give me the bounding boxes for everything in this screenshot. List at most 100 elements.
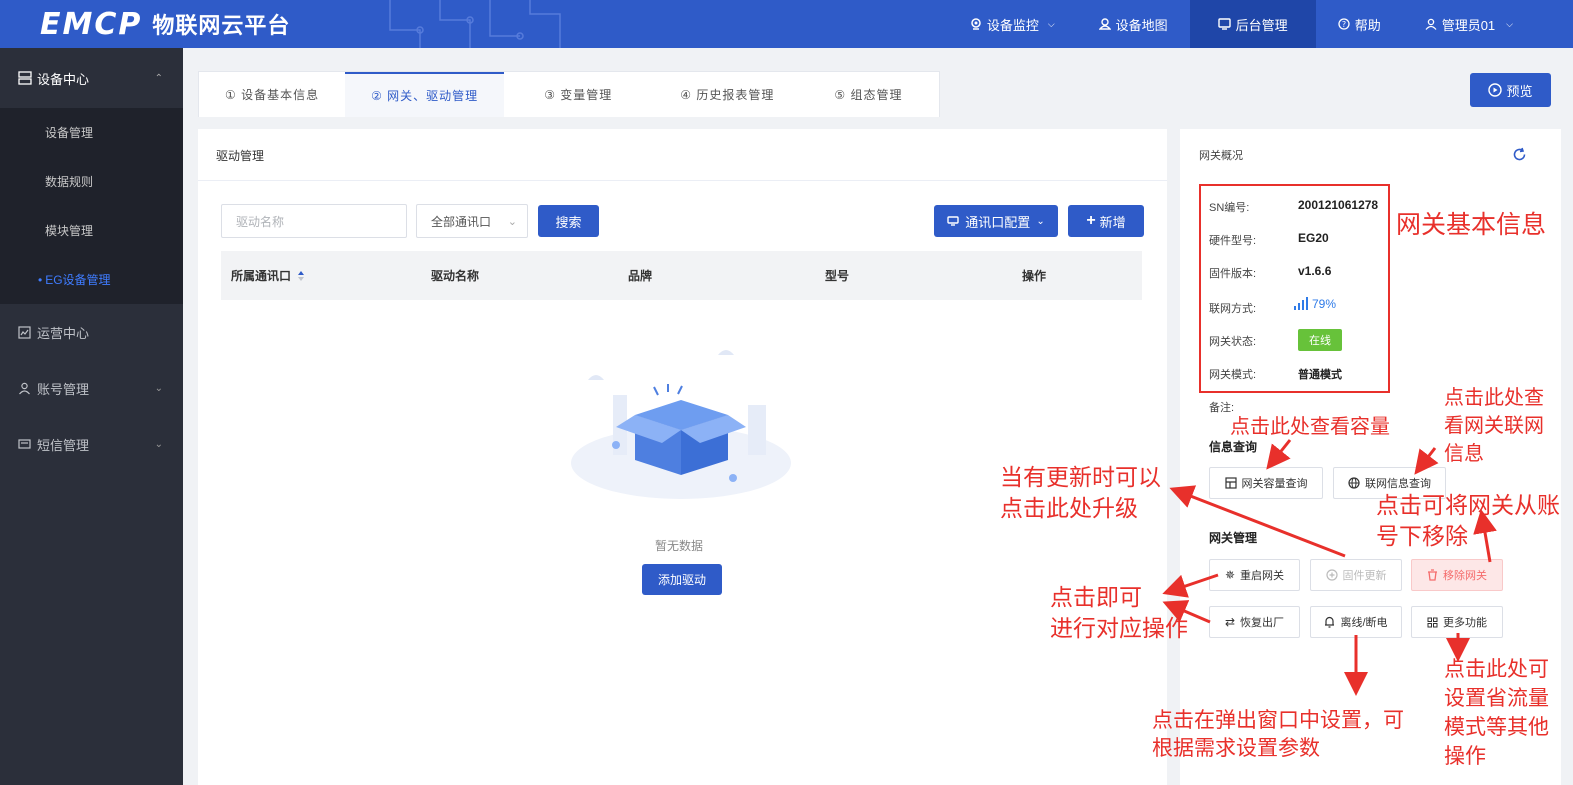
annotation-netinfo: 点击此处查 看网关联网 信息: [1444, 387, 1544, 465]
more-functions-button[interactable]: 更多功能: [1411, 606, 1503, 638]
apps-icon: [1427, 617, 1438, 627]
nav-device-map[interactable]: 设备地图: [1077, 0, 1190, 48]
refresh-icon[interactable]: [1512, 147, 1527, 162]
chevron-down-icon: ⌵: [1047, 18, 1055, 29]
sidebar-item-eg-device[interactable]: • EG设备管理: [0, 255, 183, 304]
user-icon: [19, 382, 30, 394]
status-label: 网关状态:: [1209, 336, 1257, 348]
user-pin-icon: [1098, 18, 1111, 30]
driver-panel-title: 驱动管理: [216, 149, 265, 163]
annotation-popup: 点击在弹出窗口中设置，可 根据需求设置参数: [1152, 709, 1404, 760]
tab-basic-info[interactable]: ① 设备基本信息: [199, 72, 345, 117]
sidebar-group-operation[interactable]: 运营中心: [0, 304, 183, 360]
help-icon: ?: [1338, 18, 1350, 30]
signal-percent: 79%: [1312, 297, 1337, 311]
annotation-operate: 点击即可 进行对应操作: [1050, 584, 1188, 641]
sidebar-group-device-center[interactable]: 设备中心 ⌃: [0, 48, 183, 108]
nav-label: 帮助: [1354, 17, 1381, 33]
column-port[interactable]: 所属通讯口: [231, 251, 305, 300]
chevron-up-icon: ⌃: [154, 72, 163, 84]
circuit-decoration: [389, 0, 561, 48]
network-value: 79%: [1293, 297, 1336, 311]
remove-gateway-button[interactable]: 移除网关: [1411, 559, 1503, 591]
sidebar-group-label: 短信管理: [37, 437, 90, 453]
button-label: 重启网关: [1240, 570, 1285, 582]
sidebar-group-sms[interactable]: 短信管理 ⌄: [0, 416, 183, 472]
column-driver-name: 驱动名称: [431, 269, 480, 283]
preview-button[interactable]: 预览: [1470, 73, 1551, 107]
loading-icon: ✵: [1224, 568, 1236, 582]
add-driver-button[interactable]: 添加驱动: [642, 564, 722, 595]
nav-device-monitor[interactable]: 设备监控 ⌵: [948, 0, 1077, 48]
globe-icon: [1348, 477, 1360, 489]
comm-config-button[interactable]: 通讯口配置 ⌄: [934, 205, 1058, 237]
sidebar-group-label: 运营中心: [37, 325, 90, 341]
tab-history-report[interactable]: ④ 历史报表管理: [652, 72, 802, 117]
port-select[interactable]: 全部通讯口 ⌄: [416, 204, 528, 238]
chart-icon: [18, 325, 31, 339]
swap-icon: ⇄: [1224, 615, 1236, 629]
chevron-down-icon: ⌄: [154, 438, 163, 450]
nav-help[interactable]: ? 帮助: [1316, 0, 1403, 48]
nav-admin[interactable]: 后台管理: [1189, 0, 1316, 48]
chevron-down-icon: ⌄: [1036, 215, 1045, 227]
sidebar-group-account[interactable]: 账号管理 ⌄: [0, 360, 183, 416]
firmware-value: v1.6.6: [1298, 264, 1332, 278]
sidebar-group-label: 设备中心: [37, 71, 90, 87]
camera-icon: [971, 18, 981, 30]
preview-label: 预览: [1506, 83, 1533, 99]
button-label: 恢复出厂: [1240, 617, 1285, 629]
top-navbar: EMCP 物联网云平台 设备监控 ⌵ 设备地图 后台管理 ? 帮助 管理员01 …: [0, 0, 1573, 48]
tab-scada[interactable]: ⑤ 组态管理: [802, 72, 934, 117]
status-badge: 在线: [1298, 329, 1342, 351]
trash-icon: [1428, 569, 1437, 581]
hardware-label: 硬件型号:: [1209, 235, 1257, 247]
basic-info-highlight: [1199, 184, 1390, 393]
button-label: 离线/断电: [1340, 617, 1388, 629]
offline-power-button[interactable]: 离线/断电: [1310, 606, 1402, 638]
message-icon: [18, 438, 31, 449]
nav-label: 后台管理: [1235, 17, 1288, 33]
driver-name-input[interactable]: 驱动名称: [221, 204, 407, 238]
sidebar: 设备中心 ⌃ 设备管理 数据规则 模块管理 • EG设备管理 运营中心 账号管理…: [0, 48, 183, 785]
empty-box-illustration: [571, 350, 791, 499]
network-label: 联网方式:: [1209, 303, 1257, 315]
capacity-query-button[interactable]: 网关容量查询: [1209, 467, 1323, 499]
column-brand: 品牌: [628, 269, 653, 283]
button-label: 更多功能: [1443, 617, 1487, 629]
sort-icon: [298, 270, 305, 281]
restart-gateway-button[interactable]: ✵ 重启网关: [1209, 559, 1300, 591]
comm-config-label: 通讯口配置: [965, 214, 1031, 230]
annotation-more: 点击此处可 设置省流量 模式等其他 操作: [1444, 658, 1549, 768]
monitor-icon: [1217, 18, 1231, 30]
sidebar-item-module-manage[interactable]: 模块管理: [0, 206, 183, 255]
grid-icon: [1224, 477, 1237, 489]
search-button[interactable]: 搜索: [538, 205, 599, 237]
button-label: 移除网关: [1443, 570, 1487, 582]
mode-value: 普通模式: [1298, 369, 1342, 381]
sidebar-item-label: EG设备管理: [45, 273, 111, 287]
add-button[interactable]: + 新增: [1068, 205, 1144, 237]
nav-user[interactable]: 管理员01 ⌵: [1403, 0, 1573, 48]
top-nav: 设备监控 ⌵ 设备地图 后台管理 ? 帮助 管理员01 ⌵: [948, 0, 1573, 48]
firmware-update-button[interactable]: 固件更新: [1310, 559, 1402, 591]
tab-variables[interactable]: ③ 变量管理: [504, 72, 652, 117]
play-circle-icon: [1488, 83, 1503, 97]
signal-icon: [1294, 297, 1308, 310]
sidebar-item-data-rules[interactable]: 数据规则: [0, 157, 183, 206]
annotation-remove: 点击可将网关从账 号下移除: [1376, 492, 1560, 549]
gateway-panel-title: 网关概况: [1199, 150, 1243, 162]
logo-brand: EMCP: [40, 6, 143, 42]
chevron-down-icon: ⌄: [154, 382, 163, 394]
nav-label: 设备监控: [986, 17, 1039, 33]
logo[interactable]: EMCP 物联网云平台: [40, 6, 290, 42]
factory-reset-button[interactable]: ⇄ 恢复出厂: [1209, 606, 1300, 638]
firmware-label: 固件版本:: [1209, 268, 1257, 280]
tab-gateway-driver[interactable]: ② 网关、驱动管理: [345, 72, 505, 117]
sidebar-submenu: 设备管理 数据规则 模块管理 • EG设备管理: [0, 108, 183, 304]
bell-icon: [1325, 616, 1335, 628]
sidebar-item-device-manage[interactable]: 设备管理: [0, 108, 183, 157]
sn-label: SN编号:: [1209, 202, 1250, 214]
plus-icon: +: [1086, 212, 1096, 229]
port-select-value: 全部通讯口: [431, 214, 492, 229]
